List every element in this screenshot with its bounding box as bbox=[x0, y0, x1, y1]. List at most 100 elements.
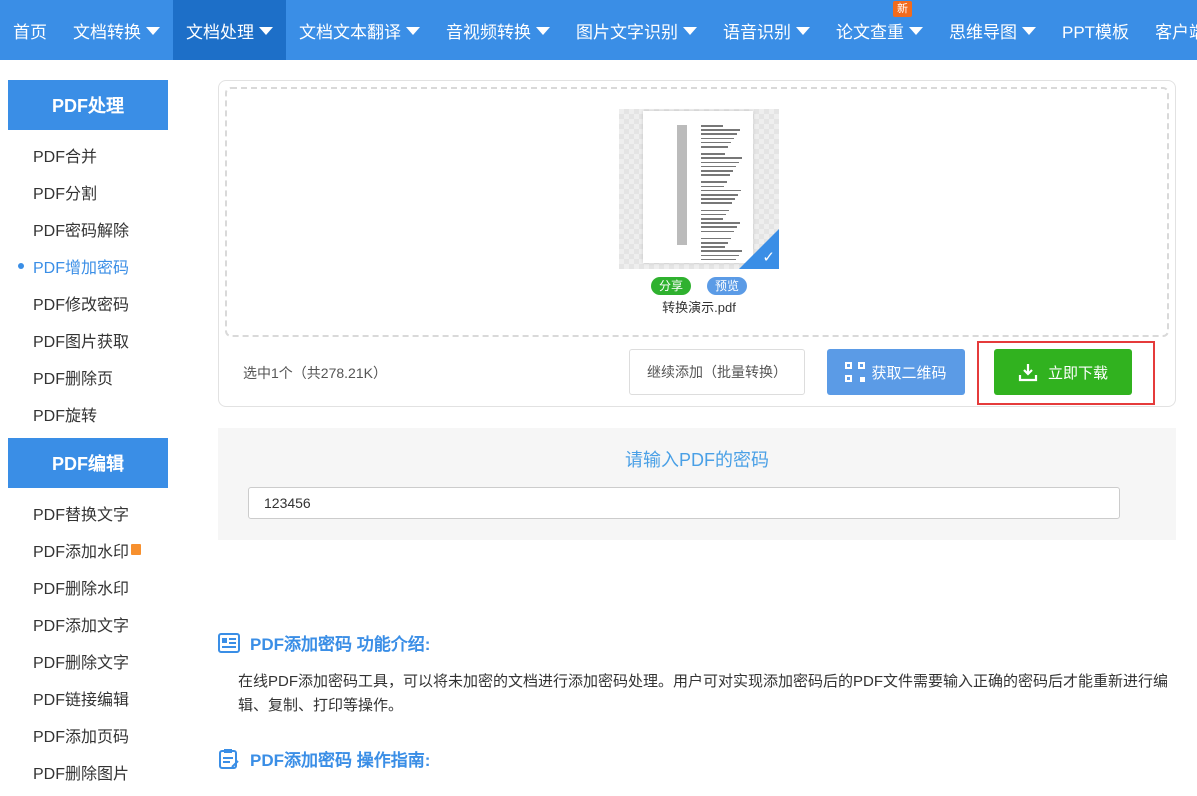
nav-item-label: 文档文本翻译 bbox=[299, 22, 401, 42]
sidebar-item-label: PDF添加文字 bbox=[33, 617, 130, 635]
sidebar-item[interactable]: PDF分割 bbox=[8, 173, 168, 210]
page-text-line bbox=[701, 226, 737, 228]
sidebar-item[interactable]: PDF删除页 bbox=[8, 358, 168, 395]
page-side-text bbox=[677, 125, 687, 245]
sidebar-group-title: PDF编辑 bbox=[8, 438, 168, 488]
page-text-line bbox=[701, 218, 723, 220]
guide-clipboard-icon bbox=[219, 748, 239, 769]
page-text-line bbox=[701, 125, 723, 127]
sidebar-item[interactable]: PDF修改密码 bbox=[8, 284, 168, 321]
page-text-line bbox=[701, 146, 728, 148]
nav-item-0[interactable]: 首页 bbox=[0, 0, 60, 60]
nav-item-3[interactable]: 文档文本翻译 bbox=[286, 0, 433, 60]
nav-item-5[interactable]: 图片文字识别 bbox=[563, 0, 710, 60]
nav-item-8[interactable]: 思维导图 bbox=[936, 0, 1049, 60]
page-text-line bbox=[701, 213, 726, 216]
new-badge: 新 bbox=[893, 1, 912, 17]
caret-down-icon bbox=[796, 27, 810, 35]
sidebar-item-label: PDF添加页码 bbox=[33, 728, 130, 746]
sidebar-item[interactable]: PDF添加水印 bbox=[8, 531, 168, 568]
sidebar-item-label: PDF添加水印 bbox=[33, 543, 130, 561]
upload-panel: ✓ 分享 预览 转换演示.pdf 选中1个（共278.21K） 继续添加（批量转… bbox=[218, 80, 1176, 407]
sidebar-item[interactable]: PDF密码解除 bbox=[8, 210, 168, 247]
file-thumbnail[interactable]: ✓ bbox=[619, 109, 779, 269]
nav-item-label: PPT模板 bbox=[1062, 22, 1130, 42]
file-dropzone[interactable]: ✓ 分享 预览 转换演示.pdf bbox=[225, 87, 1169, 337]
page-text-line bbox=[701, 129, 740, 131]
caret-down-icon bbox=[536, 27, 550, 35]
caret-down-icon bbox=[406, 27, 420, 35]
nav-item-9[interactable]: PPT模板 bbox=[1049, 0, 1142, 60]
sidebar-item[interactable]: PDF添加文字 bbox=[8, 605, 168, 642]
caret-down-icon bbox=[1022, 27, 1036, 35]
page-text-line bbox=[701, 133, 737, 135]
selection-summary: 选中1个（共278.21K） bbox=[243, 365, 387, 381]
page-text-line bbox=[701, 242, 728, 244]
nav-item-10[interactable]: 客户端 bbox=[1142, 0, 1197, 60]
password-section: 请输入PDF的密码 bbox=[218, 428, 1176, 540]
get-qrcode-button[interactable]: 获取二维码 bbox=[827, 349, 965, 395]
nav-item-2[interactable]: 文档处理 bbox=[173, 0, 286, 60]
page-text-line bbox=[701, 250, 742, 252]
nav-item-label: 思维导图 bbox=[949, 22, 1017, 42]
nav-item-7[interactable]: 论文查重 新 bbox=[823, 0, 936, 60]
sidebar-item-label: PDF合并 bbox=[33, 148, 98, 166]
page-text-line bbox=[701, 165, 736, 168]
caret-down-icon bbox=[259, 27, 273, 35]
page-text-line bbox=[701, 230, 734, 233]
page-text-line bbox=[701, 209, 729, 212]
sidebar-item[interactable]: PDF删除文字 bbox=[8, 642, 168, 679]
sidebar-item-label: PDF分割 bbox=[33, 185, 98, 203]
qrcode-icon bbox=[845, 362, 866, 382]
guide-heading: PDF添加密码 操作指南: bbox=[218, 746, 430, 771]
page-text-line bbox=[701, 254, 739, 257]
page-text-line bbox=[701, 157, 742, 159]
continue-add-button[interactable]: 继续添加（批量转换） bbox=[629, 349, 805, 395]
get-qrcode-label: 获取二维码 bbox=[871, 364, 947, 382]
sidebar-item-label: PDF修改密码 bbox=[33, 296, 130, 314]
check-icon: ✓ bbox=[762, 249, 775, 266]
sidebar-item-label: PDF删除文字 bbox=[33, 654, 130, 672]
page-text-line bbox=[701, 198, 735, 200]
nav-item-label: 图片文字识别 bbox=[576, 22, 678, 42]
page-text-line bbox=[701, 137, 734, 140]
sidebar-item[interactable]: PDF替换文字 bbox=[8, 494, 168, 531]
intro-heading-text: PDF添加密码 功能介绍: bbox=[250, 635, 431, 654]
sidebar-item[interactable]: PDF旋转 bbox=[8, 395, 168, 432]
page-text-line bbox=[701, 194, 738, 196]
page-text-line bbox=[701, 185, 724, 188]
page-text-line bbox=[701, 222, 740, 224]
page-text-line bbox=[701, 153, 725, 155]
sidebar-item-label: PDF删除水印 bbox=[33, 580, 130, 598]
nav-item-label: 首页 bbox=[13, 22, 47, 42]
intro-heading: PDF添加密码 功能介绍: bbox=[218, 630, 430, 655]
sidebar-item-label: PDF旋转 bbox=[33, 407, 98, 425]
sidebar-item[interactable]: PDF链接编辑 bbox=[8, 679, 168, 716]
nav-item-4[interactable]: 音视频转换 bbox=[433, 0, 563, 60]
password-title: 请输入PDF的密码 bbox=[625, 450, 769, 470]
page-text-line bbox=[701, 141, 731, 144]
sidebar-item[interactable]: PDF合并 bbox=[8, 136, 168, 173]
sidebar-item[interactable]: PDF添加页码 bbox=[8, 716, 168, 753]
password-input[interactable] bbox=[248, 487, 1120, 519]
sidebar: PDF处理 PDF合并 PDF分割 PDF密码解除 PDF增加密码 PDF修改密码 PDF图… bbox=[8, 80, 168, 796]
page-text-line bbox=[701, 174, 730, 176]
sidebar-item-label: PDF密码解除 bbox=[33, 222, 130, 240]
page-text-line bbox=[701, 258, 736, 261]
sidebar-item[interactable]: PDF删除图片 bbox=[8, 753, 168, 790]
download-icon bbox=[1018, 362, 1038, 382]
sidebar-item-label: PDF图片获取 bbox=[33, 333, 130, 351]
nav-item-1[interactable]: 文档转换 bbox=[60, 0, 173, 60]
sidebar-item[interactable]: PDF删除水印 bbox=[8, 568, 168, 605]
page-text-line bbox=[701, 181, 727, 183]
sidebar-item[interactable]: PDF图片获取 bbox=[8, 321, 168, 358]
sidebar-item[interactable]: PDF增加密码 bbox=[8, 247, 168, 284]
preview-button[interactable]: 预览 bbox=[707, 277, 748, 295]
continue-add-label: 继续添加（批量转换） bbox=[647, 364, 787, 380]
sidebar-item-label: PDF删除图片 bbox=[33, 765, 130, 783]
nav-item-6[interactable]: 语音识别 bbox=[710, 0, 823, 60]
download-now-button[interactable]: 立即下载 bbox=[994, 349, 1132, 395]
share-button[interactable]: 分享 bbox=[651, 277, 692, 295]
nav-item-label: 语音识别 bbox=[723, 22, 791, 42]
page-text-line bbox=[701, 237, 731, 240]
